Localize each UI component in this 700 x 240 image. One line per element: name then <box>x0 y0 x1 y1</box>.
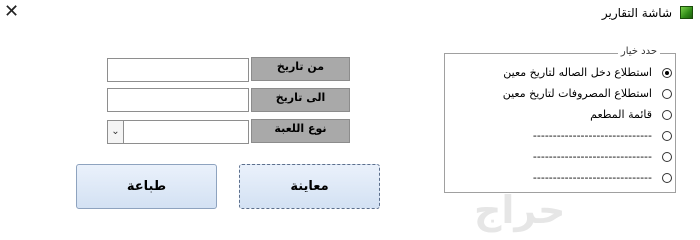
option-label: ------------------------------ <box>532 150 652 163</box>
radio-button[interactable] <box>662 173 672 183</box>
preview-button[interactable]: معاينة <box>239 164 380 209</box>
option-label: استطلاع دخل الصاله لتاريخ معين <box>503 66 652 79</box>
option-label: قائمة المطعم <box>590 108 652 121</box>
window-title: شاشة التقارير <box>601 6 672 20</box>
to-date-label: الى تاريخ <box>251 88 350 112</box>
radio-button[interactable] <box>662 110 672 120</box>
radio-button[interactable] <box>662 152 672 162</box>
option-label: ------------------------------ <box>532 129 652 142</box>
options-legend: حدد خيار <box>617 46 660 57</box>
game-type-label: نوع اللعبة <box>251 119 350 143</box>
option-label: ------------------------------ <box>532 171 652 184</box>
watermark: حراج <box>474 188 566 232</box>
chevron-down-icon[interactable]: ⌄ <box>107 120 124 144</box>
radio-button[interactable] <box>662 68 672 78</box>
game-type-combo[interactable] <box>107 120 249 144</box>
app-icon <box>680 6 693 19</box>
title-bar: ✕ شاشة التقارير <box>0 0 700 28</box>
from-date-label: من تاريخ <box>251 57 350 81</box>
options-group: حدد خيار استطلاع دخل الصاله لتاريخ معين … <box>444 46 676 193</box>
option-label: استطلاع المصروفات لتاريخ معين <box>502 87 652 100</box>
close-button[interactable]: ✕ <box>4 2 19 22</box>
print-button[interactable]: طباعة <box>76 164 217 209</box>
radio-button[interactable] <box>662 131 672 141</box>
radio-button[interactable] <box>662 89 672 99</box>
from-date-input[interactable] <box>107 58 249 82</box>
to-date-input[interactable] <box>107 88 249 112</box>
